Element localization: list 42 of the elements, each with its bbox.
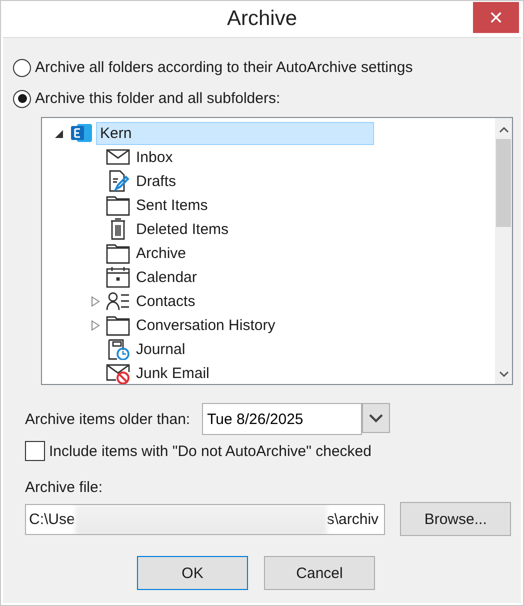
checkbox[interactable] xyxy=(25,441,45,461)
chevron-down-icon xyxy=(369,414,384,422)
contacts-icon xyxy=(106,290,130,312)
folder-item[interactable]: Deleted Items xyxy=(132,218,233,240)
folder-item[interactable]: Journal xyxy=(132,338,190,360)
folder-item[interactable]: Contacts xyxy=(132,290,200,312)
radio-label[interactable]: Archive this folder and all subfolders: xyxy=(35,90,280,107)
cancel-button[interactable]: Cancel xyxy=(264,556,375,590)
checkbox-label[interactable]: Include items with "Do not AutoArchive" checked xyxy=(49,442,372,460)
collapsed-arrow-icon[interactable] xyxy=(90,320,100,330)
file-path-field[interactable]: C:\Use s\archiv xyxy=(25,504,386,534)
ok-button[interactable]: OK xyxy=(137,556,248,590)
calendar-icon xyxy=(106,266,130,288)
collapsed-arrow-icon[interactable] xyxy=(90,296,100,306)
folder-item[interactable]: Kern xyxy=(96,122,374,144)
folder-icon xyxy=(106,314,130,336)
folder-item[interactable]: Drafts xyxy=(132,170,180,192)
scroll-up-icon[interactable] xyxy=(498,126,508,134)
folder-item[interactable]: Inbox xyxy=(132,146,177,168)
date-field[interactable]: Tue 8/26/2025 xyxy=(202,403,362,435)
folder-item[interactable]: Conversation History xyxy=(132,314,280,336)
folder-item[interactable]: Junk Email xyxy=(132,362,214,384)
folder-item[interactable]: Archive xyxy=(132,242,190,264)
scrollbar[interactable] xyxy=(495,118,512,384)
folder-icon xyxy=(106,242,130,264)
radio-label[interactable]: Archive all folders according to their AutoArchive settings xyxy=(35,59,413,76)
radio-button[interactable] xyxy=(13,58,31,76)
journal-icon xyxy=(106,338,130,360)
radio-button[interactable] xyxy=(13,90,31,108)
field-label: Archive file: xyxy=(25,479,103,496)
expanded-arrow-icon[interactable] xyxy=(54,128,64,138)
scroll-down-icon[interactable] xyxy=(498,370,508,378)
browse-button[interactable]: Browse... xyxy=(400,502,511,536)
folder-icon xyxy=(106,194,130,216)
junk-mail-icon xyxy=(106,362,130,384)
close-button[interactable]: ✕ xyxy=(473,2,519,33)
window-title: Archive xyxy=(226,7,298,31)
field-label: Archive items older than: xyxy=(25,410,190,428)
folder-item[interactable]: Calendar xyxy=(132,266,201,288)
dropdown-button[interactable] xyxy=(362,403,390,433)
exchange-icon xyxy=(70,122,94,144)
folder-item[interactable]: Sent Items xyxy=(132,194,212,216)
